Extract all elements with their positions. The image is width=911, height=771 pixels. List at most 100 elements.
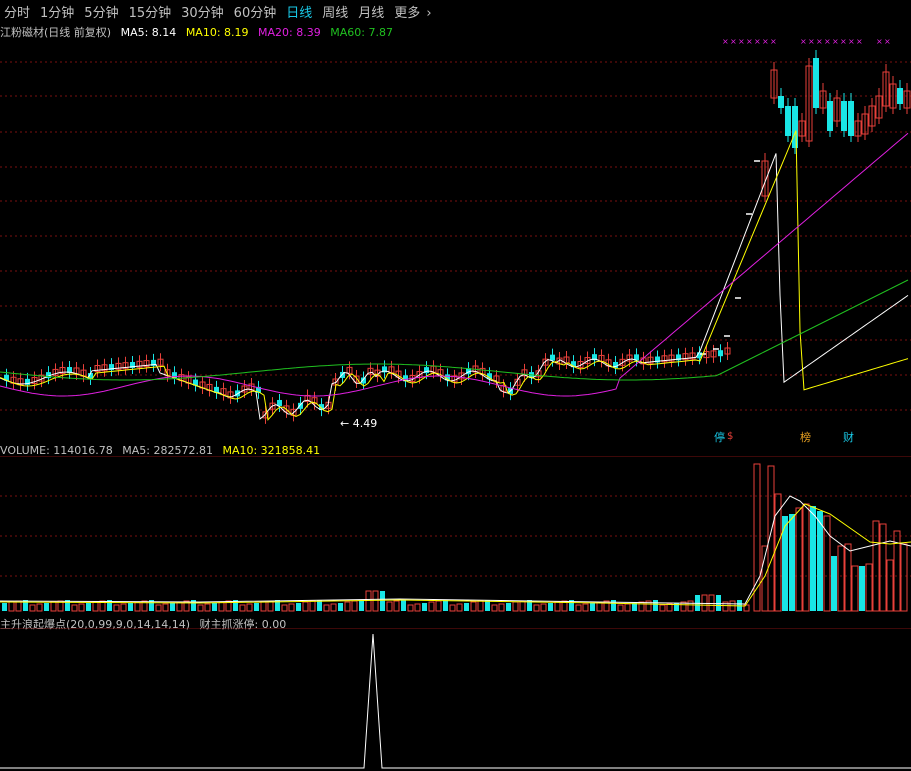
signal-x-marker: × [824,37,831,46]
signal-x-marker: × [856,37,863,46]
signal-x-marker: × [746,37,753,46]
volume-bar-up [753,463,761,612]
halt-marker[interactable]: 停 [714,429,725,445]
signal-x-marker: × [770,37,777,46]
volume-bar-up [120,603,127,612]
tab-intraday[interactable]: 分时 [4,2,30,21]
volume-bar-down [548,603,553,611]
volume-bar-up [519,600,526,612]
volume-bar-down [506,603,511,611]
volume-bar-up [197,604,204,612]
volume-bar-up [302,601,309,612]
volume-bar-up [323,604,330,612]
volume-bar-up [246,603,253,612]
low-price-value: 4.49 [352,417,378,430]
volume-bar-down [212,603,217,611]
volume-bar-up [393,600,400,612]
candle-down [785,106,791,136]
volume-bar-up [372,590,379,612]
volume-bar-up [386,601,393,612]
volume-bar-up [617,604,624,612]
candle-down [778,96,784,108]
ranking-marker[interactable]: 榜 [800,429,811,445]
candle-down [298,402,303,409]
signal-x-marker: × [738,37,745,46]
volume-bar-up [351,600,358,612]
candle-down [848,101,854,136]
volume-bar-up [666,603,673,612]
signal-x-marker: × [762,37,769,46]
volume-bar-up [407,604,414,612]
signal-x-marker: × [754,37,761,46]
tab-more[interactable]: 更多 › [394,2,431,21]
volume-bar-down [831,556,837,611]
volume-bar-up [134,601,141,612]
period-toolbar: 分时 1分钟 5分钟 15分钟 30分钟 60分钟 日线 周线 月线 更多 › [0,0,911,22]
volume-bar-down [254,603,259,611]
volume-bar-up [330,603,337,612]
volume-bar-down [611,600,616,611]
signal-x-marker: × [884,37,891,46]
signal-x-marker: × [876,37,883,46]
finance-marker[interactable]: 财 [843,429,854,445]
volume-bar-down [380,591,385,611]
signal-x-marker: × [816,37,823,46]
volume-bar-down [716,595,721,611]
candle-down [550,354,555,361]
low-price-label: ← 4.49 [340,417,378,430]
volume-bar-down [422,603,427,611]
volume-bar-up [113,604,120,612]
volume-bar-up [29,604,36,612]
tab-monthly[interactable]: 月线 [358,2,384,21]
tab-5min[interactable]: 5分钟 [84,2,118,21]
volume-bar-up [435,600,442,612]
volume-bar-down [86,603,91,611]
volume-bar-up [900,543,908,612]
volume-bar-up [470,601,477,612]
price-chart[interactable]: × × × × × × × × × × × × × × × × × [0,36,911,444]
candle-down [277,399,282,406]
volume-bar-down [359,600,364,611]
volume-bar-down [653,600,658,611]
volume-bar-up [533,604,540,612]
candle-down [718,350,723,357]
ma60-line [0,279,909,381]
volume-bar-up [71,604,78,612]
tab-daily[interactable]: 日线 [286,2,312,21]
volume-bar-up [575,604,582,612]
tab-15min[interactable]: 15分钟 [129,2,172,21]
volume-bar-down [464,603,469,611]
volume-bar-up [491,604,498,612]
volume-chart[interactable] [0,456,911,614]
volume-bar-up [872,520,880,612]
volume-bar-up [851,565,859,612]
volume-bar-up [309,600,316,612]
volume-bar-down [128,603,133,611]
volume-bar-down [170,603,175,611]
signal-x-marker: × [840,37,847,46]
volume-bar-up [865,563,873,612]
tab-more-label: 更多 [394,5,421,21]
volume-bar-down [2,603,7,611]
tab-weekly[interactable]: 周线 [322,2,348,21]
tab-30min[interactable]: 30分钟 [181,2,224,21]
volume-bar-up [36,603,43,612]
volume-bar-up [554,601,561,612]
volume-bar-up [365,590,372,612]
dollar-marker[interactable]: $ [727,431,733,442]
volume-bar-down [338,603,343,611]
tab-60min[interactable]: 60分钟 [234,2,277,21]
volume-bar-down [789,514,795,611]
indicator-chart[interactable] [0,628,911,771]
volume-bar-up [687,600,694,612]
tab-1min[interactable]: 1分钟 [40,2,74,21]
volume-bar-up [795,507,803,612]
candle-down [841,101,847,131]
volume-bar-up [260,601,267,612]
volume-bar-up [92,601,99,612]
volume-bar-up [288,603,295,612]
indicator-line [0,633,911,769]
volume-bar-up [512,601,519,612]
volume-bar-up [886,559,894,612]
signal-x-marker: × [832,37,839,46]
